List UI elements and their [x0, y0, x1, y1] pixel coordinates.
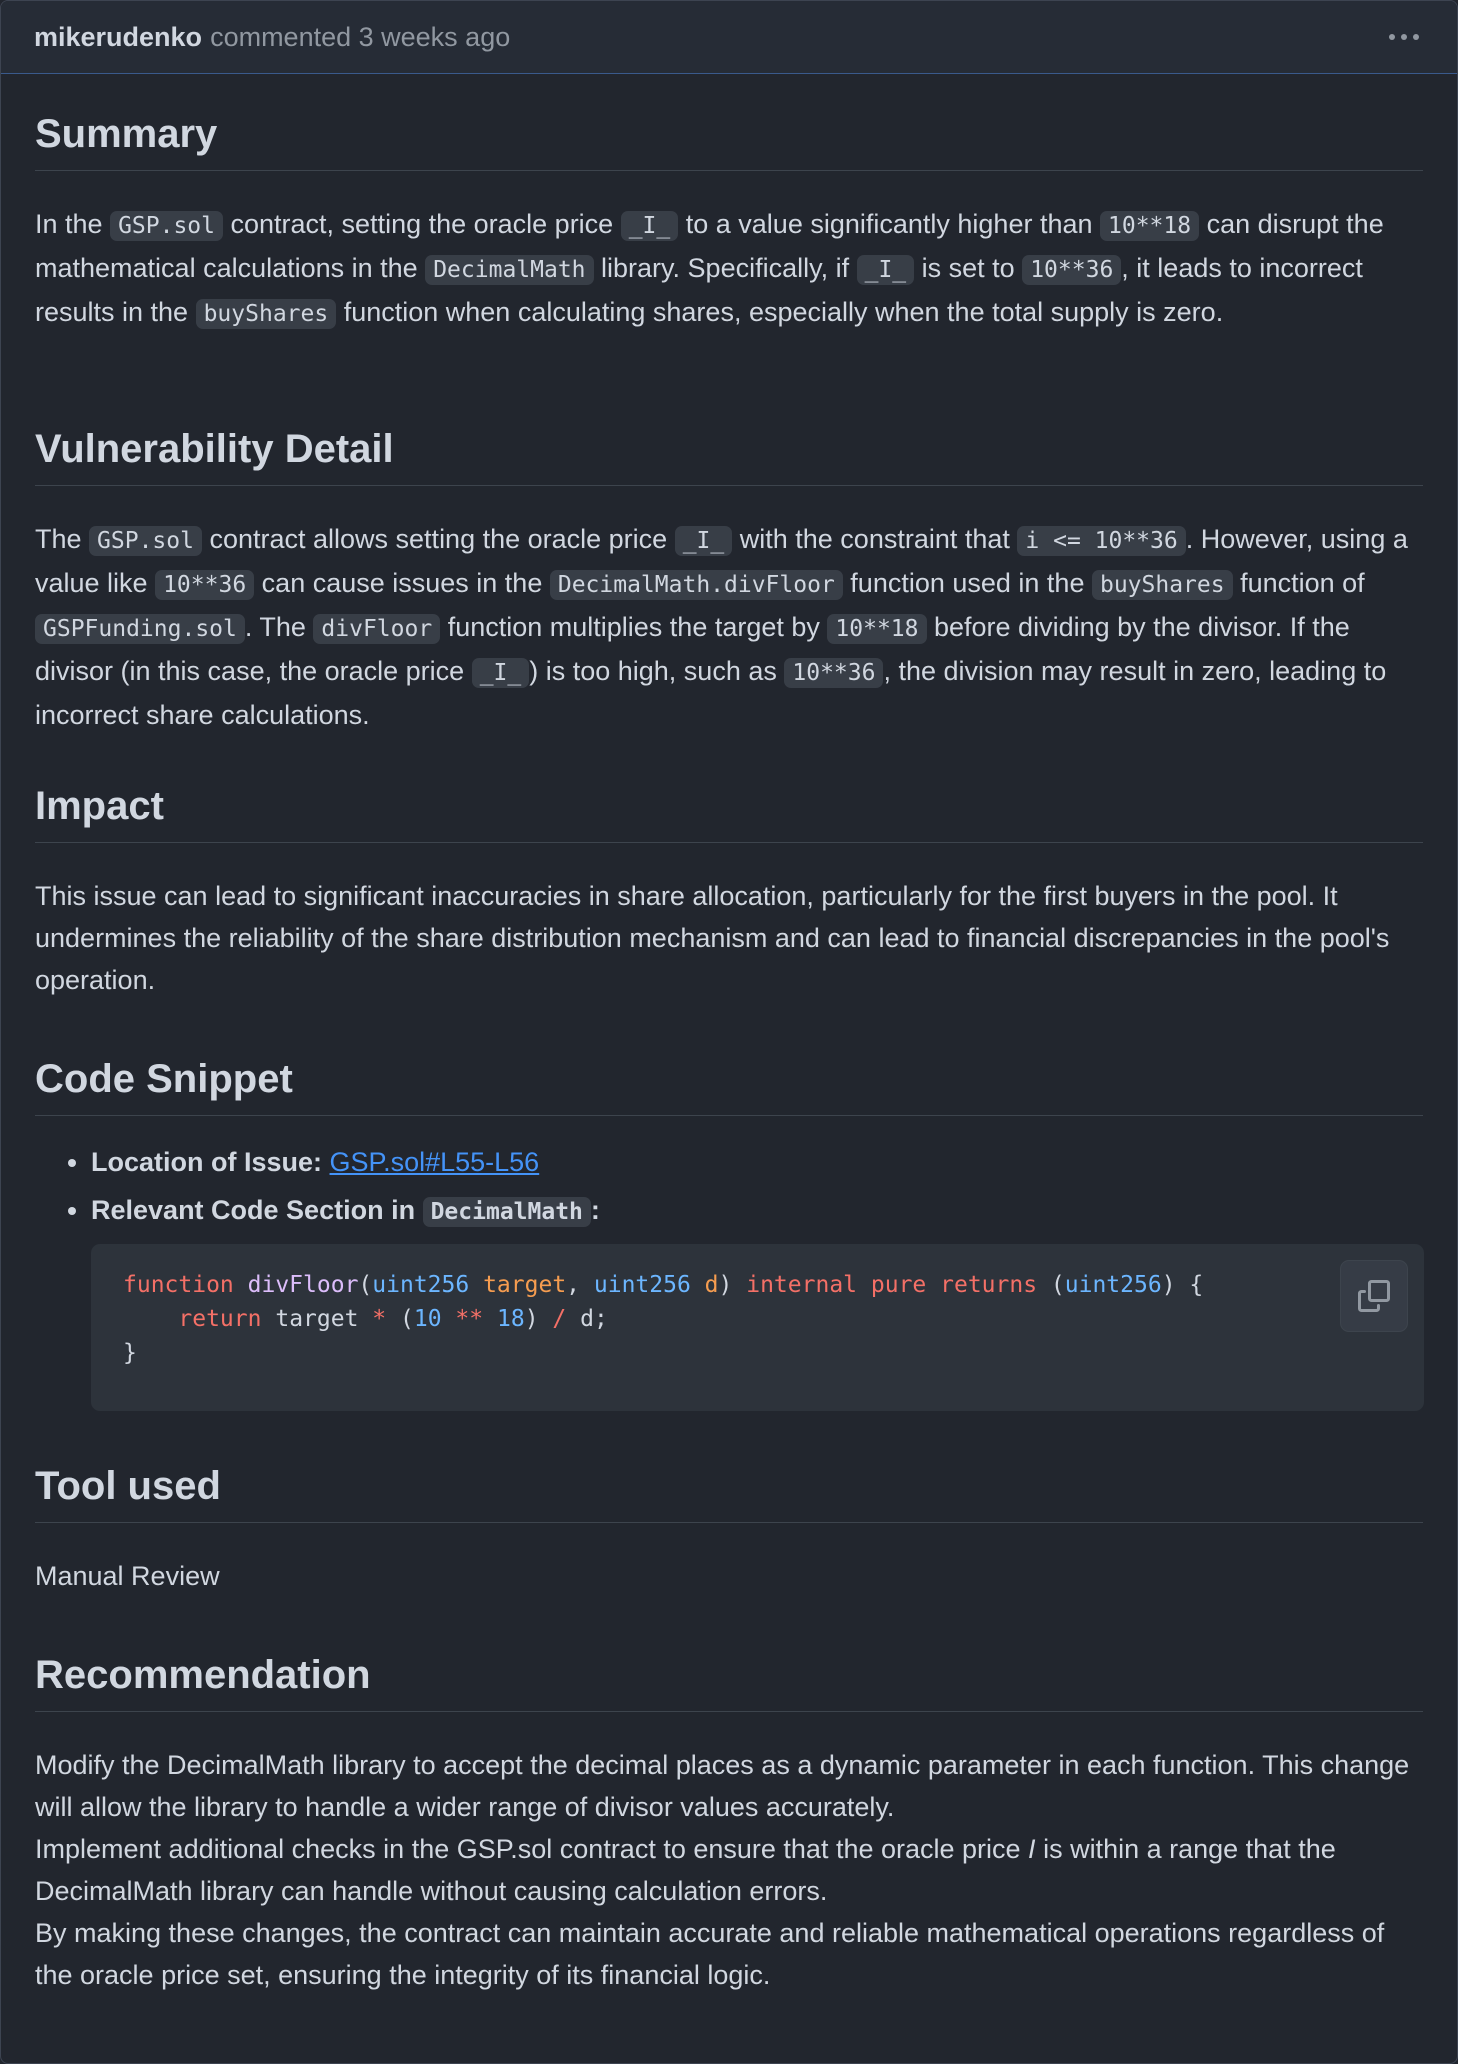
issue-comment: mikerudenko commented 3 weeks ago Summar…	[0, 0, 1458, 2064]
comment-header: mikerudenko commented 3 weeks ago	[1, 1, 1457, 74]
vulnerability-heading: Vulnerability Detail	[35, 424, 1423, 486]
vulnerability-paragraph: The GSP.sol contract allows setting the …	[35, 524, 1408, 730]
list-item-location: Location of Issue: GSP.sol#L55-L56	[91, 1138, 1423, 1186]
impact-heading: Impact	[35, 781, 1423, 843]
copy-icon	[1358, 1280, 1390, 1312]
code-snippet-heading: Code Snippet	[35, 1054, 1423, 1116]
more-options-icon[interactable]	[1384, 22, 1424, 52]
summary-paragraph: In the GSP.sol contract, setting the ora…	[35, 209, 1384, 329]
summary-section: Summary In the GSP.sol contract, setting…	[35, 109, 1423, 335]
summary-heading: Summary	[35, 109, 1423, 171]
tool-used-paragraph: Manual Review	[35, 1561, 220, 1591]
tool-used-heading: Tool used	[35, 1461, 1423, 1523]
comment-timestamp[interactable]: commented 3 weeks ago	[210, 22, 510, 53]
author-link[interactable]: mikerudenko	[34, 22, 202, 53]
impact-section: Impact This issue can lead to significan…	[35, 781, 1423, 1001]
copy-button[interactable]	[1340, 1260, 1408, 1332]
code-snippet-list: Location of Issue: GSP.sol#L55-L56 Relev…	[35, 1138, 1423, 1236]
recommendation-section: Recommendation Modify the DecimalMath li…	[35, 1650, 1423, 1996]
vulnerability-section: Vulnerability Detail The GSP.sol contrac…	[35, 424, 1423, 736]
impact-paragraph: This issue can lead to significant inacc…	[35, 881, 1390, 995]
list-item-relevant: Relevant Code Section in DecimalMath:	[91, 1186, 1423, 1236]
location-link[interactable]: GSP.sol#L55-L56	[330, 1147, 540, 1177]
tool-used-section: Tool used Manual Review	[35, 1461, 1423, 1597]
code-block: function divFloor(uint256 target, uint25…	[91, 1244, 1424, 1411]
code-snippet-section: Code Snippet Location of Issue: GSP.sol#…	[35, 1054, 1423, 1236]
recommendation-paragraph: Modify the DecimalMath library to accept…	[35, 1750, 1410, 1990]
recommendation-heading: Recommendation	[35, 1650, 1423, 1712]
